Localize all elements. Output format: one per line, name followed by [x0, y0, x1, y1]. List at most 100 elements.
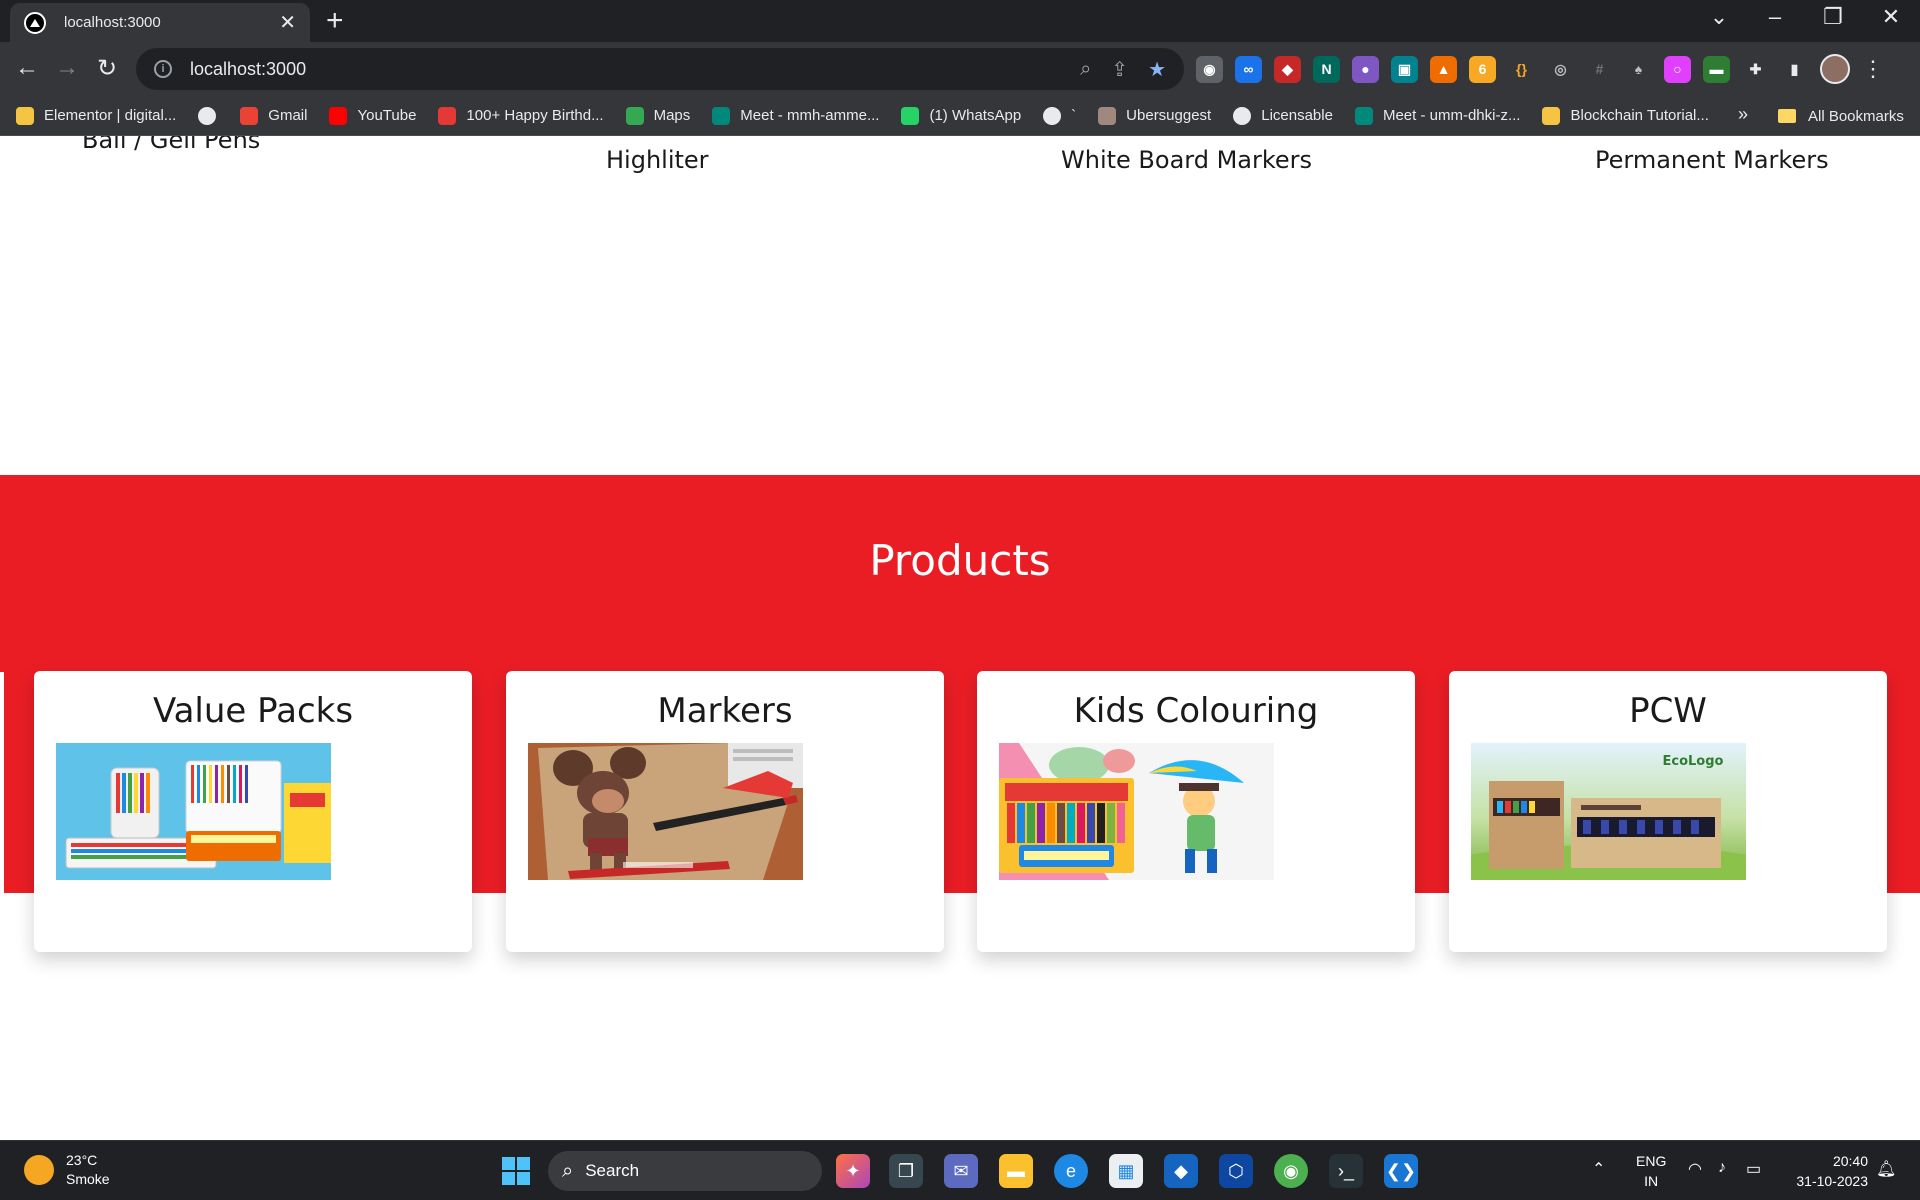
color-picker-extension-icon[interactable]: ○	[1664, 55, 1691, 83]
bookmark-item[interactable]: Meet - mmh-amme...	[712, 106, 879, 125]
camera-extension-icon[interactable]: ◉	[1196, 55, 1223, 83]
bookmark-item[interactable]: Maps	[625, 106, 690, 125]
windows-start-icon[interactable]	[499, 1154, 533, 1188]
menu-kebab-icon[interactable]: ⋮	[1862, 56, 1884, 82]
vscode-icon[interactable]: ❮❯	[1384, 1154, 1418, 1188]
browser-toolbar: ← → ↻ i localhost:3000 ⌕ ⇪ ★ ◉ ∞ ◆ N ● ▣…	[0, 42, 1920, 96]
new-tab-button[interactable]: +	[326, 6, 344, 36]
puzzle-extensions-icon[interactable]: ✚	[1742, 55, 1769, 83]
bookmark-item[interactable]: YouTube	[329, 106, 417, 125]
file-explorer-icon[interactable]: ▬	[999, 1154, 1033, 1188]
chat-icon[interactable]: ✉	[944, 1154, 978, 1188]
bookmark-item[interactable]: 100+ Happy Birthd...	[438, 106, 604, 125]
tray-overflow-icon[interactable]: ⌃	[1592, 1159, 1605, 1179]
green-extension-icon[interactable]: ▬	[1703, 55, 1730, 83]
site-info-icon[interactable]: i	[154, 60, 172, 78]
infinity-extension-icon[interactable]: ∞	[1235, 55, 1262, 83]
microsoft-store-icon[interactable]: ▦	[1109, 1154, 1143, 1188]
bookmark-item[interactable]: Elementor | digital...	[16, 106, 176, 125]
address-bar[interactable]: i localhost:3000 ⌕ ⇪ ★	[136, 48, 1184, 90]
product-card-kids-colouring[interactable]: Kids Colouring	[977, 671, 1415, 952]
bookmark-star-icon[interactable]: ★	[1148, 57, 1166, 82]
close-tab-icon[interactable]: ✕	[279, 13, 296, 33]
wifi-icon[interactable]: ◠	[1688, 1159, 1702, 1179]
product-card-markers[interactable]: Markers	[506, 671, 944, 952]
bookmark-item[interactable]: Blockchain Tutorial...	[1542, 106, 1709, 125]
tab-search-icon[interactable]: ⌄	[1699, 4, 1739, 30]
back-button[interactable]: ←	[12, 54, 42, 82]
all-bookmarks-button[interactable]: All Bookmarks	[1778, 96, 1904, 136]
url-text[interactable]: localhost:3000	[190, 59, 1060, 80]
markers-image	[528, 743, 803, 880]
bookmark-label: Blockchain Tutorial...	[1570, 107, 1709, 124]
notification-bell-icon[interactable]: 🔔︎	[1876, 1159, 1896, 1179]
chrome-browser-icon[interactable]: ◉	[1274, 1154, 1308, 1188]
bookmark-favicon-icon	[1542, 106, 1561, 125]
profile-avatar[interactable]	[1820, 54, 1850, 84]
bookmark-label: `	[1071, 107, 1077, 124]
bookmark-item[interactable]: Licensable	[1233, 106, 1333, 125]
category-highliter[interactable]: Highliter	[606, 146, 709, 174]
partial-card-edge	[0, 672, 4, 954]
purple-drop-extension-icon[interactable]: ●	[1352, 55, 1379, 83]
dropbox-icon[interactable]: ◆	[1164, 1154, 1198, 1188]
forward-button[interactable]: →	[52, 54, 82, 82]
orange-extension-icon[interactable]: ▲	[1430, 55, 1457, 83]
n-extension-icon[interactable]: N	[1313, 55, 1340, 83]
battery-icon[interactable]: ▭	[1746, 1159, 1761, 1179]
bookmark-item[interactable]: Meet - umm-dhki-z...	[1354, 106, 1521, 125]
target-extension-icon[interactable]: ◎	[1547, 55, 1574, 83]
grid-extension-icon[interactable]: #	[1586, 55, 1613, 83]
bookmarks-overflow-icon[interactable]: »	[1738, 104, 1748, 125]
copilot-icon[interactable]: ✦	[836, 1154, 870, 1188]
all-bookmarks-label: All Bookmarks	[1808, 107, 1904, 125]
category-ball-gell-pens[interactable]: Ball / Gell Pens	[82, 136, 260, 154]
red-extension-icon[interactable]: ◆	[1274, 55, 1301, 83]
terminal-icon[interactable]: ›_	[1329, 1154, 1363, 1188]
weather-sun-icon	[24, 1155, 54, 1185]
volume-icon[interactable]: ♪	[1718, 1159, 1726, 1177]
restore-button[interactable]: ❐	[1813, 4, 1853, 30]
bookmark-favicon-icon	[901, 106, 920, 125]
bookmark-item[interactable]: Ubersuggest	[1098, 106, 1211, 125]
json-extension-icon[interactable]: {}	[1508, 55, 1535, 83]
bookmark-item[interactable]	[198, 106, 226, 125]
bookmark-item[interactable]: Gmail	[240, 106, 307, 125]
bookmark-item[interactable]: (1) WhatsApp	[901, 106, 1021, 125]
product-card-value-packs[interactable]: Value Packs	[34, 671, 472, 952]
language-code: ENG	[1636, 1153, 1667, 1169]
products-heading: Products	[869, 536, 1051, 585]
minimize-button[interactable]: –	[1755, 4, 1795, 30]
teal-extension-icon[interactable]: ▣	[1391, 55, 1418, 83]
bookmark-label: Meet - umm-dhki-z...	[1382, 107, 1521, 124]
category-permanent-markers[interactable]: Permanent Markers	[1595, 146, 1829, 174]
bookmark-item[interactable]: `	[1043, 106, 1077, 125]
category-white-board-markers[interactable]: White Board Markers	[1061, 146, 1312, 174]
product-card-title: Markers	[657, 691, 793, 731]
zoom-icon[interactable]: ⌕	[1080, 58, 1091, 81]
bookmark-label: YouTube	[357, 107, 417, 124]
bookmark-favicon-icon	[16, 106, 34, 125]
browser-tab[interactable]: localhost:3000 ✕	[10, 3, 310, 42]
pcw-ecologo-text: EcoLogo	[1663, 754, 1724, 769]
bookmarks-bar: Elementor | digital... Gmail YouTube 100+ H…	[0, 96, 1920, 136]
product-card-pcw[interactable]: PCW EcoLogo	[1449, 671, 1887, 952]
language-indicator[interactable]: ENG IN	[1636, 1151, 1666, 1191]
taskbar-clock[interactable]: 20:40 31-10-2023	[1784, 1151, 1868, 1191]
bulb-extension-icon[interactable]: 6	[1469, 55, 1496, 83]
taskbar-search[interactable]: ⌕ Search	[548, 1151, 822, 1191]
bookmark-favicon-icon	[438, 106, 457, 125]
site-favicon-icon	[24, 11, 46, 34]
side-panel-icon[interactable]: ▮	[1781, 55, 1808, 83]
share-icon[interactable]: ⇪	[1111, 57, 1128, 82]
close-window-button[interactable]: ✕	[1871, 4, 1911, 30]
task-view-icon[interactable]: ❐	[889, 1154, 923, 1188]
product-card-title: Value Packs	[152, 691, 354, 731]
reload-button[interactable]: ↻	[92, 54, 122, 83]
app-icon[interactable]: ⬡	[1219, 1154, 1253, 1188]
edge-browser-icon[interactable]: e	[1054, 1154, 1088, 1188]
tab-title: localhost:3000	[64, 14, 161, 31]
weather-widget[interactable]: 23°C Smoke	[24, 1151, 110, 1189]
hat-extension-icon[interactable]: ♠	[1625, 55, 1652, 83]
bookmark-label: Licensable	[1261, 107, 1333, 124]
